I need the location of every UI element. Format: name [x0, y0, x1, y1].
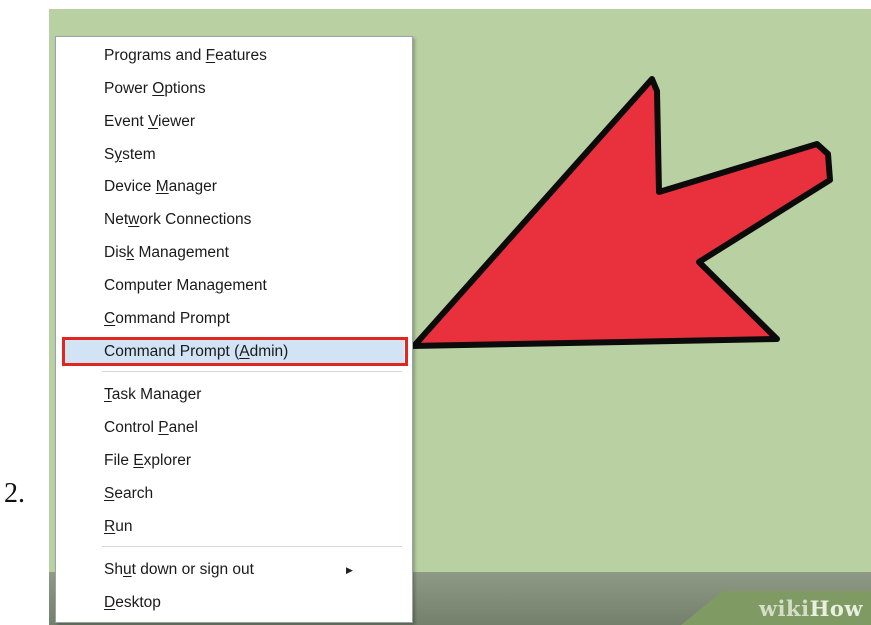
menu-item-label-start: S [104, 146, 115, 163]
menu-item-label-end: xplorer [143, 452, 192, 469]
menu-item-network-connections[interactable]: Network Connections [62, 206, 404, 234]
menu-item-file-explorer[interactable]: File Explorer [62, 447, 404, 475]
menu-item-access-key: E [133, 452, 144, 469]
menu-item-control-panel[interactable]: Control Panel [62, 414, 404, 442]
menu-item-run[interactable]: Run [62, 513, 404, 541]
menu-item-access-key: C [104, 310, 116, 327]
menu-item-label-end: anel [168, 419, 198, 436]
menu-item-label-end: ement [223, 277, 267, 294]
menu-item-computer-management[interactable]: Computer Management [62, 272, 404, 300]
menu-item-task-manager[interactable]: Task Manager [62, 381, 404, 409]
winx-context-menu: Programs and Features Power Options Event … [55, 36, 413, 623]
menu-item-label-start: Computer Mana [104, 277, 216, 294]
menu-item-access-key: R [104, 518, 116, 535]
menu-item-label-start: Dis [104, 244, 127, 261]
menu-item-access-key: g [215, 277, 224, 294]
menu-item-label-start: Control [104, 419, 159, 436]
menu-item-label-end: ork Connections [139, 211, 252, 228]
menu-item-label-end: ommand Prompt [115, 310, 230, 327]
menu-item-access-key: w [128, 211, 140, 228]
menu-item-label-end: ask Manager [111, 386, 202, 403]
menu-item-label-start: Sh [104, 561, 123, 578]
menu-item-access-key: P [158, 419, 169, 436]
menu-item-access-key: D [104, 594, 116, 611]
menu-item-label-end: ptions [164, 80, 206, 97]
menu-item-label-start: File [104, 452, 134, 469]
desktop-scene: wikiHow Programs and Features Power Optio… [49, 9, 871, 625]
menu-item-label-end: un [115, 518, 133, 535]
menu-item-label-end: dmin) [249, 343, 289, 360]
menu-item-label-end: Management [134, 244, 229, 261]
menu-item-desktop[interactable]: Desktop [62, 589, 404, 617]
menu-item-label-end: esktop [115, 594, 161, 611]
menu-item-shut-down-or-sign-out[interactable]: Shut down or sign out ▶ [62, 556, 404, 584]
step-number: 2. [4, 478, 25, 509]
menu-separator [102, 546, 402, 547]
menu-item-label-start: Device [104, 178, 156, 195]
menu-item-label-start: Programs and [104, 47, 206, 64]
menu-item-access-key: u [122, 561, 132, 578]
menu-item-access-key: O [152, 80, 165, 97]
menu-item-label-start: Net [104, 211, 129, 228]
menu-item-command-prompt[interactable]: Command Prompt [62, 305, 404, 333]
menu-item-access-key: S [104, 485, 115, 502]
menu-item-access-key: T [104, 386, 112, 403]
menu-item-device-manager[interactable]: Device Manager [62, 173, 404, 201]
menu-item-disk-management[interactable]: Disk Management [62, 239, 404, 267]
menu-item-label-start: Command Prompt ( [104, 343, 240, 360]
menu-item-command-prompt-admin[interactable]: Command Prompt (Admin) [62, 338, 404, 366]
menu-item-access-key: y [114, 146, 123, 163]
menu-separator [102, 371, 402, 372]
menu-item-power-options[interactable]: Power Options [62, 75, 404, 103]
menu-item-access-key: F [205, 47, 216, 64]
submenu-arrow-icon: ▶ [346, 565, 353, 575]
menu-item-label-end: anager [168, 178, 217, 195]
menu-item-access-key: A [239, 343, 250, 360]
menu-item-label-end: eatures [215, 47, 267, 64]
menu-item-search[interactable]: Search [62, 480, 404, 508]
menu-item-label-end: stem [122, 146, 156, 163]
menu-item-label-end: t down or sign out [131, 561, 254, 578]
menu-item-system[interactable]: System [62, 141, 404, 169]
menu-item-access-key: k [126, 244, 135, 261]
menu-item-label-end: earch [114, 485, 154, 502]
menu-item-event-viewer[interactable]: Event Viewer [62, 108, 404, 136]
menu-item-programs-and-features[interactable]: Programs and Features [62, 42, 404, 70]
menu-item-access-key: M [155, 178, 169, 195]
menu-item-label-end: iewer [158, 113, 196, 130]
menu-item-label-start: Power [104, 80, 153, 97]
menu-item-access-key: V [147, 113, 159, 130]
menu-item-label-start: Event [104, 113, 148, 130]
